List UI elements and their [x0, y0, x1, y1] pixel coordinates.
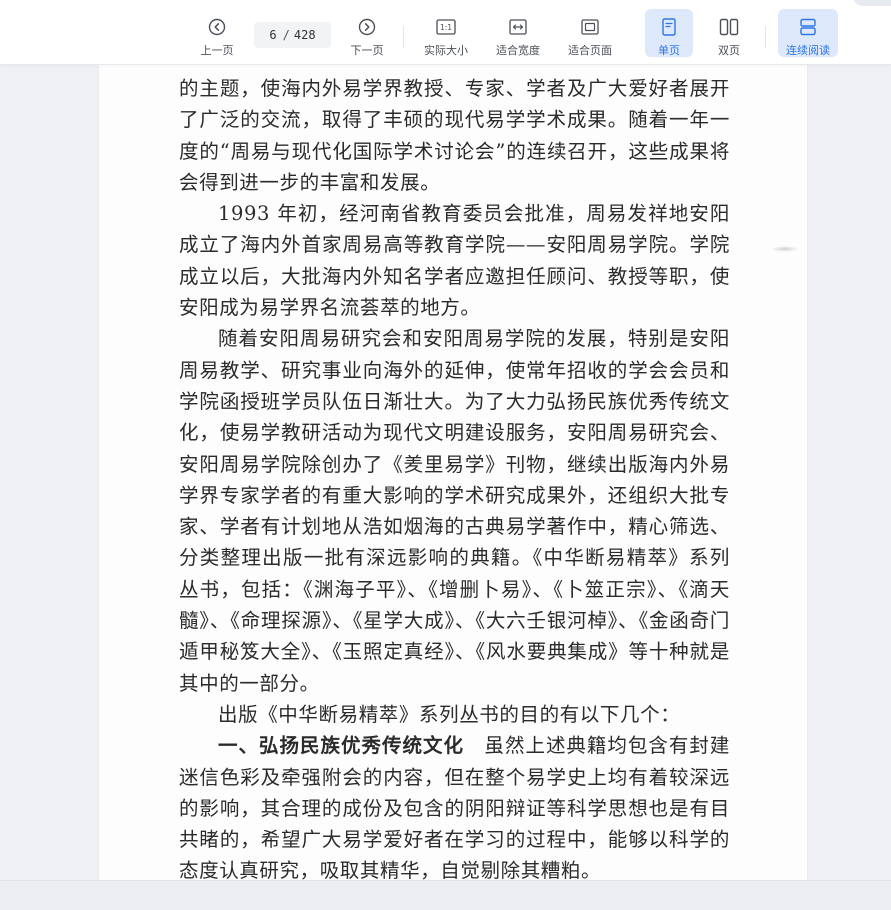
- bottom-status-bar: [0, 880, 891, 910]
- toolbar-divider: [403, 26, 404, 48]
- svg-text:1:1: 1:1: [440, 23, 452, 32]
- fit-width-label: 适合宽度: [496, 44, 540, 57]
- fit-page-button[interactable]: 适合页面: [562, 9, 618, 57]
- document-page: 的主题，使海内外易学界教授、专家、学者及广大爱好者展开了广泛的交流，取得了丰硕的…: [99, 64, 807, 880]
- single-page-label: 单页: [658, 44, 680, 57]
- single-page-icon: [661, 17, 677, 37]
- fit-width-button[interactable]: 适合宽度: [490, 9, 546, 57]
- double-page-button[interactable]: 双页: [706, 9, 752, 57]
- next-page-button[interactable]: 下一页: [346, 9, 388, 57]
- single-page-button[interactable]: 单页: [645, 9, 693, 57]
- page-indicator[interactable]: 6 / 428: [254, 22, 331, 48]
- page-separator: /: [282, 28, 290, 42]
- scan-smudge: [771, 246, 799, 252]
- fit-page-label: 适合页面: [568, 44, 612, 57]
- total-pages: 428: [293, 28, 316, 42]
- toolbar-divider: [765, 26, 766, 48]
- circle-left-chevron-icon: [208, 17, 226, 37]
- paragraph: 一、弘扬民族优秀传统文化 虽然上述典籍均包含有封建迷信色彩及牵强附会的内容，但在…: [179, 730, 730, 880]
- fit-page-icon: [581, 17, 599, 37]
- paragraph: 随着安阳周易研究会和安阳周易学院的发展，特别是安阳周易教学、研究事业向海外的延伸…: [179, 327, 730, 695]
- paragraph: 的主题，使海内外易学界教授、专家、学者及广大爱好者展开了广泛的交流，取得了丰硕的…: [179, 77, 730, 194]
- continuous-scroll-icon: [799, 17, 817, 37]
- prev-page-label: 上一页: [200, 44, 234, 57]
- continuous-read-button[interactable]: 连续阅读: [778, 9, 838, 57]
- current-page-input[interactable]: 6: [269, 28, 276, 42]
- actual-size-label: 实际大小: [424, 44, 468, 57]
- next-page-label: 下一页: [350, 44, 384, 57]
- prev-page-button[interactable]: 上一页: [196, 9, 238, 57]
- section-heading: 一、弘扬民族优秀传统文化: [218, 734, 464, 758]
- double-page-label: 双页: [718, 44, 740, 57]
- reader-toolbar: 上一页 6 / 428 下一页 1:1 实际大小 适合宽度 适合页面 单页 双页…: [0, 0, 891, 65]
- paragraph: 1993 年初，经河南省教育委员会批准，周易发祥地安阳成立了海内外首家周易高等教…: [179, 202, 730, 320]
- circle-right-chevron-icon: [358, 17, 376, 37]
- continuous-read-label: 连续阅读: [786, 44, 830, 57]
- double-page-icon: [719, 17, 739, 37]
- paragraph: 出版《中华断易精萃》系列丛书的目的有以下几个：: [218, 702, 681, 726]
- fit-width-arrows-icon: [509, 17, 527, 37]
- page-body: 的主题，使海内外易学界教授、专家、学者及广大爱好者展开了广泛的交流，取得了丰硕的…: [179, 73, 730, 880]
- one-to-one-icon: 1:1: [436, 17, 456, 37]
- actual-size-button[interactable]: 1:1 实际大小: [418, 9, 474, 57]
